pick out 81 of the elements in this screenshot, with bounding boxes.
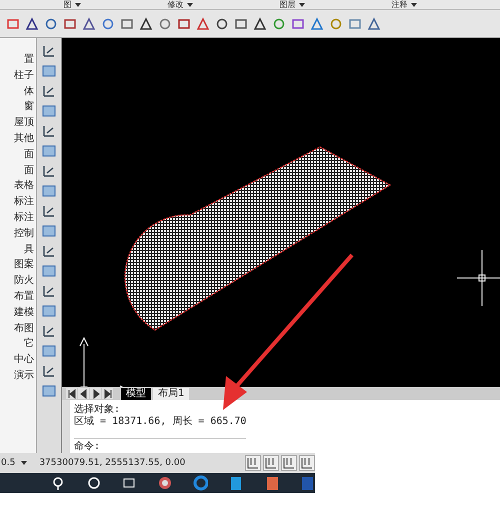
tool-icon[interactable]	[25, 16, 39, 30]
tab-nav-button[interactable]	[66, 388, 77, 399]
palette-item[interactable]: 布置	[14, 288, 36, 305]
browser-icon[interactable]	[192, 475, 208, 491]
tool-icon[interactable]	[42, 64, 56, 78]
tool-icon[interactable]	[234, 16, 248, 30]
tool-icon[interactable]	[42, 364, 56, 378]
tool-icon[interactable]	[42, 84, 56, 98]
caret-icon[interactable]	[410, 2, 416, 6]
menu-item[interactable]: 修改	[168, 0, 184, 8]
app-icon[interactable]	[156, 475, 172, 491]
coordinates-readout: 37530079.51, 2555137.55, 0.00	[39, 458, 186, 468]
tool-icon[interactable]	[367, 16, 381, 30]
palette-item[interactable]: 窗	[24, 99, 36, 116]
tool-icon[interactable]	[42, 204, 56, 218]
palette-item[interactable]: 屋顶	[14, 115, 36, 131]
tab-nav-button[interactable]	[78, 388, 89, 399]
palette-item[interactable]: 面	[24, 146, 36, 163]
tool-icon[interactable]	[42, 304, 56, 318]
palette-item[interactable]: 图案	[14, 257, 36, 274]
tool-icon[interactable]	[44, 16, 58, 30]
tab-nav-button[interactable]	[102, 388, 113, 399]
status-toggle-button[interactable]	[281, 455, 297, 471]
tool-icon[interactable]	[42, 324, 56, 338]
menu-item[interactable]: 图层	[280, 0, 296, 8]
tool-icon[interactable]	[42, 184, 56, 198]
tool-icon[interactable]	[42, 244, 56, 258]
scale-dropdown[interactable]: 0.5	[0, 458, 16, 468]
palette-item[interactable]: 标注	[14, 194, 36, 210]
ring-icon[interactable]	[86, 475, 102, 491]
tool-icon[interactable]	[215, 16, 229, 30]
menu-item[interactable]: 注释	[392, 0, 408, 8]
tool-icon[interactable]	[120, 16, 134, 30]
tool-icon[interactable]	[42, 44, 56, 58]
tool-icon[interactable]	[42, 344, 56, 358]
caret-icon[interactable]	[298, 2, 304, 6]
tool-icon[interactable]	[42, 264, 56, 278]
tool-icon[interactable]	[42, 124, 56, 138]
tool-icon[interactable]	[291, 16, 305, 30]
palette-item[interactable]: 表格	[14, 178, 36, 194]
drawing-canvas[interactable]: 模型 布局1	[62, 38, 500, 400]
palette-item[interactable]: 标注	[14, 210, 36, 226]
palette-item[interactable]: 控制	[14, 226, 36, 242]
tool-icon[interactable]	[139, 16, 153, 30]
tab-nav-button[interactable]	[90, 388, 101, 399]
palette-item[interactable]: 演示	[14, 368, 36, 384]
tool-icon[interactable]	[42, 284, 56, 298]
palette-item[interactable]: 置	[24, 52, 36, 68]
layout-tab[interactable]: 模型	[121, 388, 151, 400]
caret-icon[interactable]	[186, 2, 192, 6]
status-toggle-button[interactable]	[245, 455, 261, 471]
command-output: 选择对象:	[74, 404, 122, 416]
tool-icon[interactable]	[177, 16, 191, 30]
palette-item[interactable]: 建模	[14, 304, 36, 321]
app-icon[interactable]	[228, 475, 244, 491]
palette-item[interactable]: 面	[24, 162, 36, 178]
tool-icon[interactable]	[82, 16, 96, 30]
palette-item[interactable]: 布图	[14, 320, 36, 336]
tool-icon[interactable]	[42, 104, 56, 118]
palette-item[interactable]: 体	[24, 84, 36, 100]
palette-item[interactable]: 具	[24, 242, 36, 258]
caret-icon[interactable]	[21, 461, 28, 465]
crosshair-cursor	[456, 250, 500, 306]
palette-item[interactable]: 它	[24, 336, 36, 352]
palette-item[interactable]: 防火	[14, 273, 36, 289]
palette-item[interactable]: 柱子	[14, 68, 36, 84]
status-toggle-button[interactable]	[299, 455, 315, 471]
layout-tab[interactable]: 布局1	[153, 388, 190, 400]
tool-icon[interactable]	[253, 16, 267, 30]
status-toggle-button[interactable]	[263, 455, 279, 471]
caret-icon[interactable]	[74, 2, 80, 6]
tool-icon[interactable]	[42, 144, 56, 158]
tool-icon[interactable]	[63, 16, 77, 30]
command-window-grip[interactable]	[62, 400, 70, 453]
tool-icon[interactable]	[42, 164, 56, 178]
menu-item[interactable]: 图	[64, 0, 72, 8]
palette-item[interactable]: 中心	[14, 352, 36, 368]
command-output: 区域 = 18371.66, 周长 = 665.70	[74, 416, 246, 428]
tool-icon[interactable]	[42, 224, 56, 238]
tool-icon[interactable]	[42, 384, 56, 398]
palette-item[interactable]: 其他	[14, 130, 36, 147]
